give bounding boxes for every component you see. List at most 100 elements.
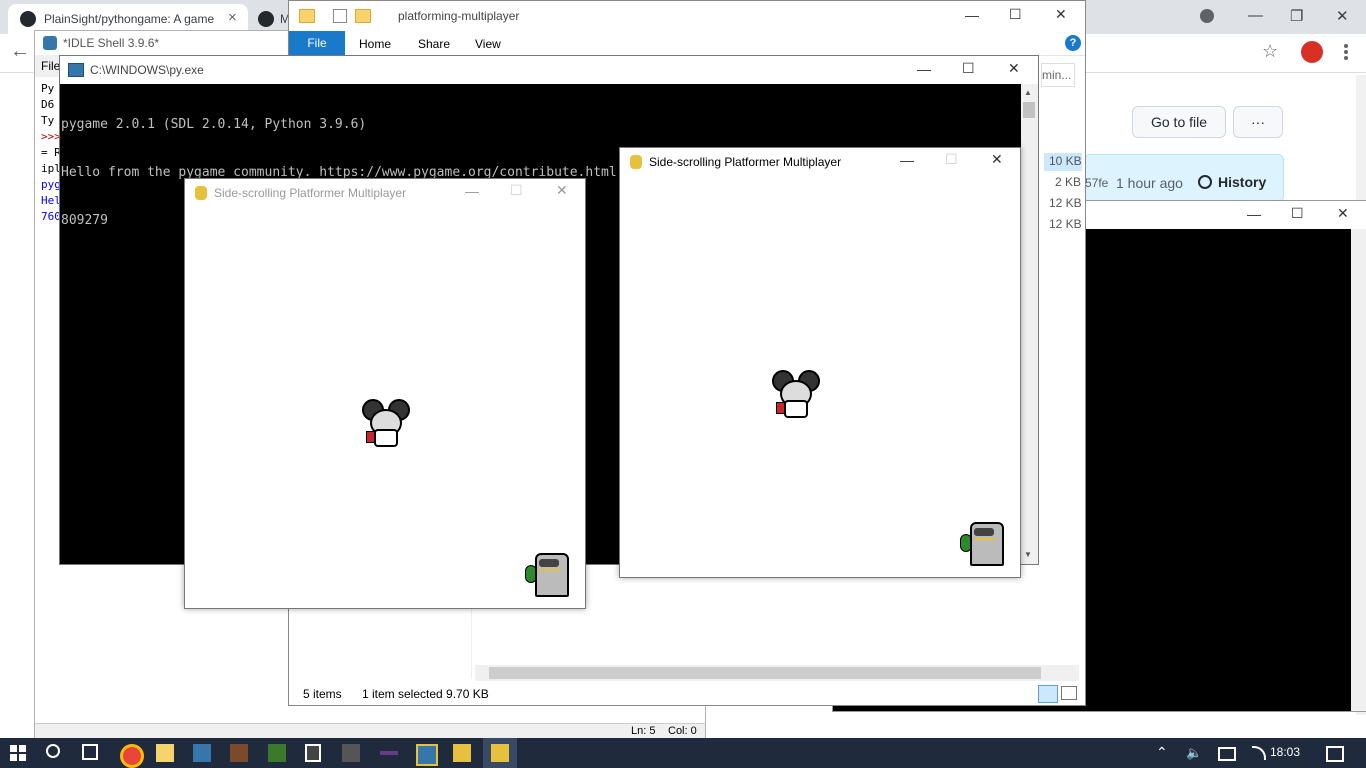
- chrome-menu-icon[interactable]: [1344, 44, 1348, 60]
- new-folder-icon[interactable]: [355, 9, 371, 23]
- explorer-status-bar: 5 items 1 item selected 9.70 KB: [289, 683, 1085, 705]
- chrome-window-controls: — ❐ ✕: [1180, 0, 1366, 34]
- restore-icon[interactable]: ❐: [1290, 7, 1303, 25]
- ribbon-tab-share[interactable]: Share: [418, 37, 450, 51]
- maximize-icon: ☐: [510, 182, 523, 198]
- close-tab-icon[interactable]: ×: [228, 9, 237, 26]
- pygame-left-title: Side-scrolling Platformer Multiplayer: [214, 186, 407, 200]
- idle-line: Ty: [41, 114, 55, 127]
- pygame-snake-icon: [195, 186, 207, 200]
- pygame-right-title: Side-scrolling Platformer Multiplayer: [649, 155, 842, 169]
- chevron-up-icon[interactable]: ⌃: [1156, 744, 1168, 761]
- windows-taskbar: ⌃ 🔈 18:03: [0, 738, 1366, 768]
- idle-line: = R: [41, 146, 61, 159]
- back-icon[interactable]: ←: [10, 40, 30, 63]
- idle-line: 760: [41, 210, 61, 223]
- volume-icon[interactable]: 🔈: [1186, 745, 1202, 761]
- idle-line: Hel: [41, 194, 61, 207]
- close-icon[interactable]: ✕: [1336, 7, 1349, 25]
- minimize-icon[interactable]: —: [900, 152, 914, 168]
- file-size: 10 KB: [1049, 154, 1082, 168]
- network-icon[interactable]: [1218, 747, 1236, 761]
- idle-line: pyg: [41, 178, 61, 191]
- task-view-icon[interactable]: [82, 744, 98, 760]
- extension-icon[interactable]: [1301, 41, 1323, 63]
- close-icon[interactable]: ✕: [1055, 6, 1067, 23]
- minimize-icon[interactable]: —: [1248, 7, 1263, 24]
- go-to-file-button[interactable]: Go to file: [1132, 106, 1226, 138]
- status-col: Col: 0: [668, 725, 697, 737]
- idle-title: *IDLE Shell 3.9.6*: [63, 36, 160, 50]
- commit-hash[interactable]: 57fe: [1085, 176, 1108, 190]
- file-size: 12 KB: [1049, 217, 1082, 231]
- switch-taskbar-icon[interactable]: [305, 744, 321, 762]
- explorer-title: platforming-multiplayer: [398, 9, 520, 23]
- search-icon[interactable]: [46, 744, 60, 758]
- pygame-right-title-bar: Side-scrolling Platformer Multiplayer — …: [620, 148, 1020, 176]
- idle-prompt: >>>: [41, 130, 61, 143]
- file-size: 2 KB: [1055, 175, 1082, 189]
- python-taskbar-icon[interactable]: [416, 744, 438, 766]
- large-icons-view-icon[interactable]: [1061, 686, 1077, 700]
- horizontal-scrollbar[interactable]: [475, 665, 1079, 681]
- game-taskbar-icon[interactable]: [230, 744, 248, 762]
- chrome-taskbar-icon[interactable]: [120, 744, 144, 768]
- menu-file[interactable]: File: [41, 59, 60, 73]
- search-box[interactable]: min...: [1041, 63, 1075, 87]
- idle-taskbar-icon[interactable]: [193, 744, 211, 762]
- profile-menu-icon[interactable]: [1200, 9, 1214, 23]
- pygame-window-left: Side-scrolling Platformer Multiplayer — …: [184, 178, 586, 609]
- commit-time: 1 hour ago: [1116, 175, 1183, 191]
- idle-line: ipl: [41, 162, 61, 175]
- console-scrollbar[interactable]: ▲ ▼: [1021, 84, 1038, 564]
- bookmark-star-icon[interactable]: ☆: [1262, 41, 1278, 62]
- close-icon[interactable]: ✕: [556, 182, 568, 199]
- maximize-icon[interactable]: ☐: [1291, 205, 1304, 222]
- console-title: C:\WINDOWS\py.exe: [90, 63, 204, 77]
- notifications-icon[interactable]: [1326, 746, 1344, 762]
- github-icon: [258, 11, 274, 27]
- idle-line: D6: [41, 98, 55, 111]
- minimize-icon[interactable]: —: [917, 61, 931, 77]
- history-icon: [1198, 175, 1212, 189]
- ribbon-tab-home[interactable]: Home: [359, 37, 391, 51]
- mouse-player-sprite: [360, 399, 410, 447]
- wifi-icon[interactable]: [1252, 746, 1266, 760]
- start-button-icon[interactable]: [10, 745, 26, 761]
- minimize-icon[interactable]: —: [1247, 206, 1261, 222]
- app-taskbar-icon[interactable]: [380, 751, 398, 755]
- close-icon[interactable]: ✕: [1008, 60, 1020, 77]
- minimize-icon[interactable]: —: [465, 183, 479, 199]
- status-line: Ln: 5: [631, 725, 656, 737]
- file-size: 12 KB: [1049, 196, 1082, 210]
- minimize-icon[interactable]: —: [965, 7, 979, 23]
- help-icon[interactable]: ?: [1065, 35, 1081, 51]
- maximize-icon[interactable]: ☐: [962, 60, 975, 77]
- history-link[interactable]: History: [1218, 174, 1266, 190]
- taskbar-clock[interactable]: 18:03: [1270, 745, 1300, 759]
- close-icon[interactable]: ✕: [1337, 205, 1349, 222]
- pygame-snake-icon: [630, 155, 642, 169]
- ribbon-tab-file[interactable]: File: [289, 31, 345, 55]
- robot-enemy-sprite: [525, 551, 571, 597]
- github-icon: [20, 11, 36, 27]
- pygame-window-right: Side-scrolling Platformer Multiplayer — …: [619, 147, 1021, 578]
- switch2-taskbar-icon[interactable]: [342, 744, 360, 762]
- idle-text-area[interactable]: Py D6 Ty >>> = R ipl pyg Hel 760: [41, 81, 61, 225]
- explorer-title-bar: platforming-multiplayer — ☐ ✕: [289, 1, 1085, 31]
- maximize-icon[interactable]: ☐: [1009, 6, 1022, 23]
- properties-icon[interactable]: [333, 9, 347, 23]
- file-explorer-taskbar-icon[interactable]: [156, 744, 174, 762]
- more-options-button[interactable]: ···: [1233, 106, 1283, 138]
- explorer-ribbon: File Home Share View ?: [289, 31, 1085, 56]
- item-count: 5 items: [303, 687, 342, 701]
- minecraft-taskbar-icon[interactable]: [268, 744, 286, 762]
- close-icon[interactable]: ✕: [991, 151, 1003, 168]
- console2-scrollbar[interactable]: [1351, 229, 1366, 711]
- details-view-icon[interactable]: [1038, 685, 1058, 703]
- selection-info: 1 item selected 9.70 KB: [362, 687, 489, 701]
- ribbon-tab-view[interactable]: View: [475, 37, 501, 51]
- pygame-taskbar-icon[interactable]: [453, 744, 471, 762]
- pygame-left-title-bar: Side-scrolling Platformer Multiplayer — …: [185, 179, 585, 207]
- pygame-active-taskbar-icon[interactable]: [491, 744, 509, 762]
